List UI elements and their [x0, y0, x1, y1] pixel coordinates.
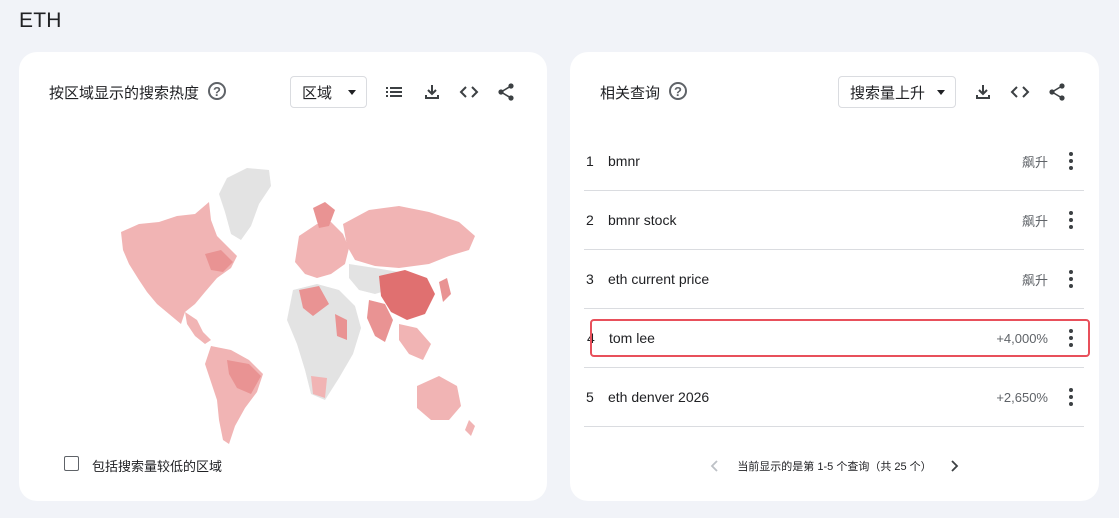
more-options-icon[interactable] — [1062, 211, 1080, 229]
map-region-europe — [295, 222, 349, 278]
query-row-highlighted[interactable]: 4 tom lee +4,000% — [584, 309, 1090, 368]
query-term[interactable]: bmnr — [608, 153, 1022, 169]
query-value: +4,000% — [996, 330, 1048, 346]
query-value: 飙升 — [1021, 272, 1048, 288]
more-options-icon[interactable] — [1062, 388, 1080, 406]
low-volume-regions-label: 包括搜索量较低的区域 — [92, 459, 223, 474]
region-resolution-select[interactable]: 区域 — [290, 76, 367, 108]
queries-card-title: 相关查询 — [600, 85, 661, 102]
chevron-right-icon[interactable] — [946, 458, 962, 474]
region-card-title: 按区域显示的搜索热度 — [49, 85, 200, 102]
queries-sort-select[interactable]: 搜索量上升 — [838, 76, 956, 108]
map-region-russia — [343, 206, 475, 268]
map-region-australia — [417, 376, 461, 420]
pagination-text: 当前显示的是第 1-5 个查询（共 25 个） — [737, 461, 932, 473]
caret-down-icon — [937, 89, 945, 95]
world-heat-map[interactable] — [99, 164, 479, 449]
queries-select-value: 搜索量上升 — [850, 84, 926, 102]
map-region-japan — [439, 278, 451, 302]
map-region-greenland — [219, 168, 271, 240]
query-value: 飙升 — [1021, 154, 1048, 170]
query-rank: 5 — [586, 389, 594, 405]
query-term[interactable]: bmnr stock — [608, 212, 1022, 228]
list-icon[interactable] — [382, 80, 406, 104]
query-value: 飙升 — [1021, 213, 1048, 229]
query-row[interactable]: 1 bmnr 飙升 — [584, 132, 1084, 191]
query-row[interactable]: 5 eth denver 2026 +2,650% — [584, 368, 1084, 427]
caret-down-icon — [348, 89, 356, 95]
share-icon[interactable] — [494, 80, 518, 104]
more-options-icon[interactable] — [1062, 270, 1080, 288]
map-region-central-america — [185, 312, 211, 344]
help-icon[interactable]: ? — [208, 82, 226, 100]
related-queries-list: 1 bmnr 飙升 2 bmnr stock 飙升 3 eth current … — [584, 132, 1090, 427]
region-select-value: 区域 — [302, 84, 333, 102]
help-icon[interactable]: ? — [669, 82, 687, 100]
download-icon[interactable] — [971, 80, 995, 104]
query-rank: 2 — [586, 212, 594, 228]
code-brackets-icon[interactable] — [1008, 80, 1032, 104]
query-row[interactable]: 3 eth current price 飙升 — [584, 250, 1084, 309]
map-region-south-america — [205, 346, 263, 444]
query-row[interactable]: 2 bmnr stock 飙升 — [584, 191, 1084, 250]
map-region-new-zealand — [465, 420, 475, 436]
share-icon[interactable] — [1045, 80, 1069, 104]
query-rank: 4 — [587, 330, 595, 346]
related-queries-card: 相关查询 ? 搜索量上升 1 bmnr 飙升 2 bmnr stock 飙升 3… — [570, 52, 1099, 501]
more-options-icon[interactable] — [1062, 152, 1080, 170]
code-brackets-icon[interactable] — [457, 80, 481, 104]
map-region-southeast-asia — [399, 324, 431, 360]
query-term[interactable]: eth current price — [608, 271, 1022, 287]
chevron-left-icon[interactable] — [707, 458, 723, 474]
download-icon[interactable] — [420, 80, 444, 104]
query-term[interactable]: eth denver 2026 — [608, 389, 996, 405]
query-rank: 3 — [586, 271, 594, 287]
page-title: ETH — [19, 9, 62, 32]
pagination: 当前显示的是第 1-5 个查询（共 25 个） — [570, 458, 1099, 474]
more-options-icon[interactable] — [1062, 329, 1080, 347]
query-term[interactable]: tom lee — [609, 330, 996, 346]
region-interest-card: 按区域显示的搜索热度 ? 区域 包括搜索量较低的区域 — [19, 52, 547, 501]
low-volume-regions-checkbox[interactable] — [64, 456, 79, 471]
query-value: +2,650% — [996, 389, 1048, 405]
query-rank: 1 — [586, 153, 594, 169]
